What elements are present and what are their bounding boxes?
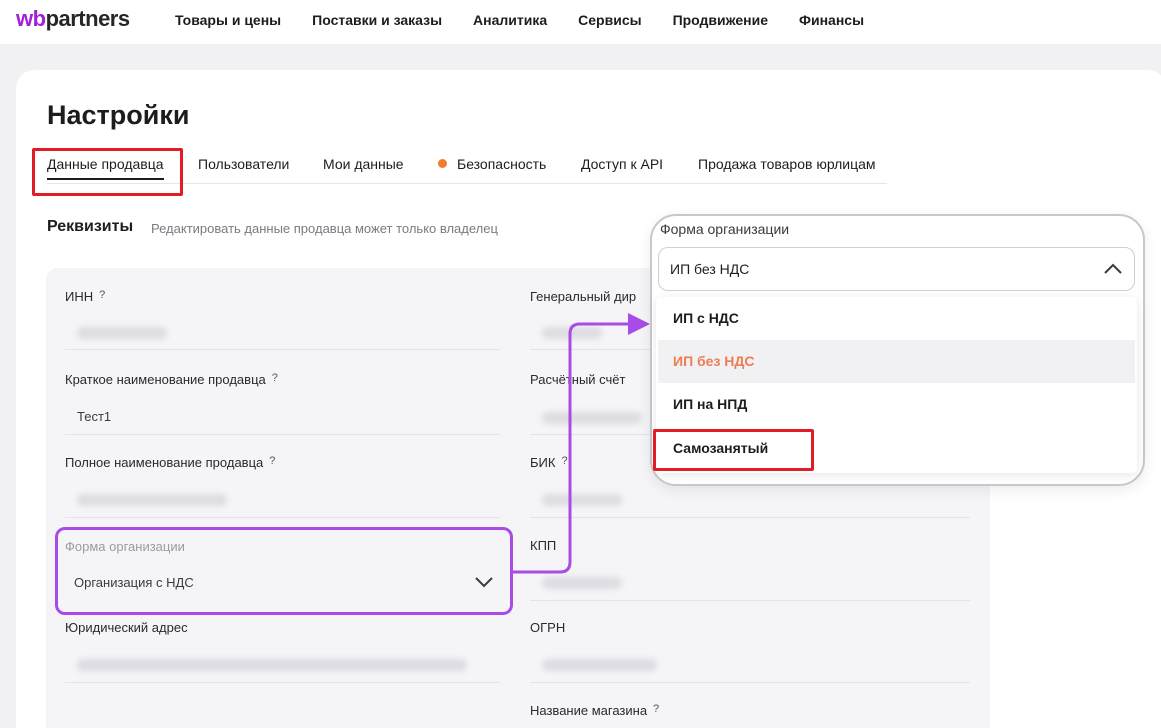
full-name-field[interactable] xyxy=(65,480,500,518)
nav-goods-prices[interactable]: Товары и цены xyxy=(175,12,281,28)
redacted-value xyxy=(77,327,167,339)
page-title: Настройки xyxy=(47,100,190,130)
help-icon[interactable]: ? xyxy=(269,455,275,467)
section-subtitle: Редактировать данные продавца может толь… xyxy=(151,221,498,236)
option-ip-with-vat[interactable]: ИП с НДС xyxy=(658,297,1135,340)
popup-selected-value: ИП без НДС xyxy=(670,261,750,277)
tab-api-access[interactable]: Доступ к API xyxy=(581,156,663,172)
inn-field[interactable] xyxy=(65,312,500,350)
help-icon[interactable]: ? xyxy=(561,455,567,467)
legal-address-field[interactable] xyxy=(65,645,500,683)
option-ip-without-vat[interactable]: ИП без НДС xyxy=(658,340,1135,383)
redacted-value xyxy=(542,412,642,424)
kpp-label: КПП xyxy=(530,538,557,553)
short-name-label: Краткое наименование продавца? xyxy=(65,372,278,387)
redacted-value xyxy=(77,494,227,506)
director-label: Генеральный дир xyxy=(530,289,637,304)
redacted-value xyxy=(542,577,622,589)
shop-name-label: Название магазина? xyxy=(530,703,660,718)
account-label: Расчётный счёт xyxy=(530,372,626,387)
option-highlight-frame xyxy=(653,429,814,471)
tab-b2b-sales[interactable]: Продажа товаров юрлицам xyxy=(698,156,876,172)
inn-label: ИНН? xyxy=(65,289,106,304)
kpp-field[interactable] xyxy=(530,563,970,601)
nav-promotion[interactable]: Продвижение xyxy=(673,12,768,28)
director-field[interactable] xyxy=(530,312,650,350)
short-name-field[interactable]: Тест1 xyxy=(65,397,500,435)
bik-label: БИК? xyxy=(530,455,568,470)
redacted-value xyxy=(542,659,657,671)
org-form-select[interactable]: Организация с НДС xyxy=(74,575,194,590)
popup-org-form-label: Форма организации xyxy=(660,221,790,237)
section-title: Реквизиты xyxy=(47,218,134,235)
full-name-label: Полное наименование продавца? xyxy=(65,455,276,470)
help-icon[interactable]: ? xyxy=(272,372,278,384)
nav-services[interactable]: Сервисы xyxy=(578,12,641,28)
ogrn-field[interactable] xyxy=(530,645,970,683)
help-icon[interactable]: ? xyxy=(99,289,105,301)
warning-dot-icon xyxy=(438,159,447,168)
help-icon[interactable]: ? xyxy=(653,703,659,715)
wbpartners-logo[interactable]: wbpartners xyxy=(16,6,130,32)
short-name-value: Тест1 xyxy=(77,409,112,424)
main-nav: Товары и цены Поставки и заказы Аналитик… xyxy=(175,12,895,28)
ogrn-label: ОГРН xyxy=(530,620,566,635)
account-field[interactable] xyxy=(530,397,655,435)
top-bar: wbpartners Товары и цены Поставки и зака… xyxy=(0,0,1161,44)
tab-security-label: Безопасность xyxy=(457,156,547,172)
chevron-down-icon[interactable] xyxy=(474,576,494,588)
tab-security[interactable]: Безопасность xyxy=(438,156,546,172)
nav-supplies-orders[interactable]: Поставки и заказы xyxy=(312,12,442,28)
chevron-up-icon[interactable] xyxy=(1103,263,1123,275)
tab-users[interactable]: Пользователи xyxy=(198,156,289,172)
tab-my-data[interactable]: Мои данные xyxy=(323,156,404,172)
redacted-value xyxy=(542,327,602,339)
redacted-value xyxy=(77,659,467,671)
tab-highlight-frame xyxy=(32,148,183,196)
option-ip-npd[interactable]: ИП на НПД xyxy=(658,383,1135,426)
legal-address-label: Юридический адрес xyxy=(65,620,188,635)
nav-finance[interactable]: Финансы xyxy=(799,12,864,28)
redacted-value xyxy=(542,494,622,506)
org-form-label: Форма организации xyxy=(65,539,185,554)
nav-analytics[interactable]: Аналитика xyxy=(473,12,547,28)
